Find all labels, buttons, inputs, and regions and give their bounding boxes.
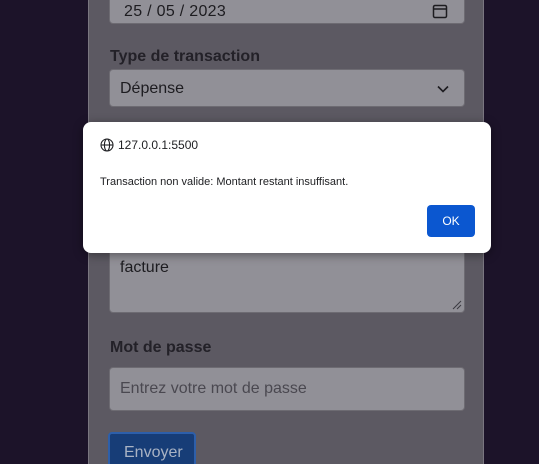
description-value: facture bbox=[120, 259, 169, 276]
ok-button[interactable]: OK bbox=[427, 205, 475, 237]
transaction-type-select[interactable]: Dépense bbox=[109, 69, 465, 107]
submit-button[interactable]: Envoyer bbox=[108, 432, 196, 464]
dialog-origin-text: 127.0.0.1:5500 bbox=[118, 138, 199, 152]
calendar-icon[interactable] bbox=[432, 3, 448, 19]
alert-dialog: 127.0.0.1:5500 Transaction non valide: M… bbox=[83, 122, 491, 253]
transaction-type-label: Type de transaction bbox=[110, 48, 260, 65]
dialog-message: Transaction non valide: Montant restant … bbox=[100, 176, 349, 188]
password-label: Mot de passe bbox=[110, 339, 212, 356]
chevron-down-icon bbox=[437, 85, 449, 93]
password-placeholder: Entrez votre mot de passe bbox=[120, 380, 307, 397]
date-value: 25 / 05 / 2023 bbox=[124, 3, 227, 20]
transaction-type-value: Dépense bbox=[120, 80, 185, 97]
password-input[interactable]: Entrez votre mot de passe bbox=[109, 367, 465, 411]
resize-grip-icon[interactable] bbox=[450, 298, 462, 310]
dialog-origin: 127.0.0.1:5500 bbox=[100, 138, 198, 152]
date-input[interactable]: 25 / 05 / 2023 bbox=[109, 0, 465, 24]
globe-icon bbox=[100, 138, 114, 152]
